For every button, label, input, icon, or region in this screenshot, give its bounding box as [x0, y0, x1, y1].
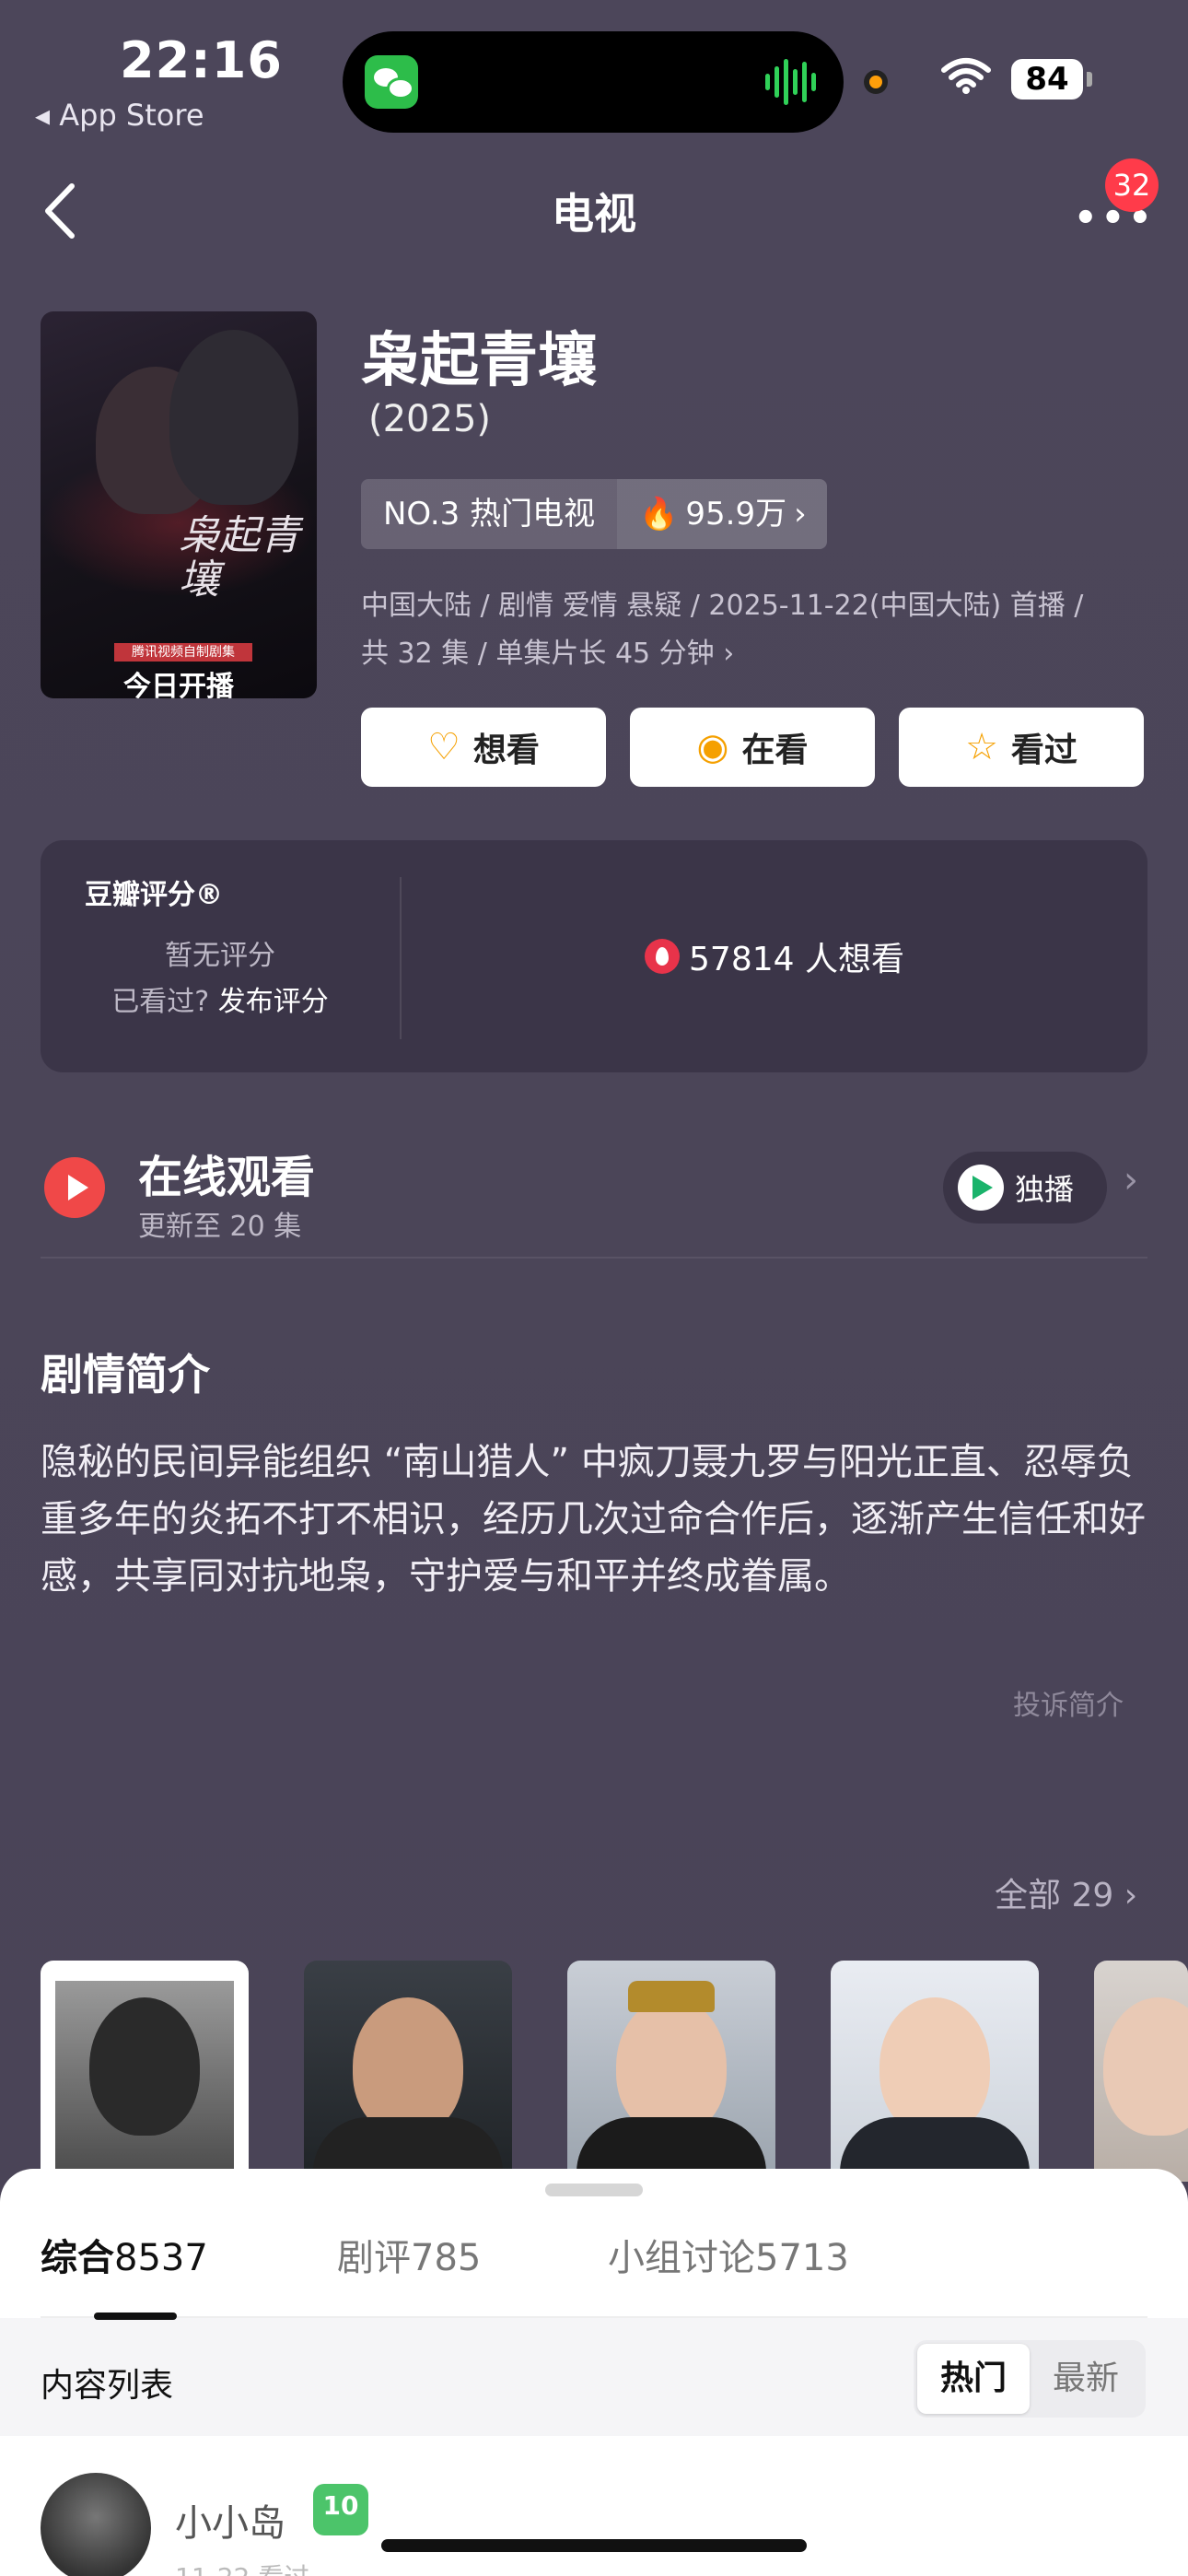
want-label: 想看: [472, 732, 540, 769]
watching-button[interactable]: ◉ 在看: [630, 708, 875, 787]
no-score-text: 暂无评分: [165, 940, 275, 972]
tab-count: 8537: [114, 2237, 208, 2279]
watching-dot-icon: ◉: [696, 726, 729, 768]
user-name[interactable]: 小小岛: [175, 2493, 285, 2547]
seen-prompt: 已看过?: [111, 986, 210, 1018]
tab-count: 785: [411, 2237, 482, 2279]
want-count-text: 57814 人想看: [689, 941, 904, 978]
meta-line-1: 中国大陆 / 剧情 爱情 悬疑 / 2025-11-22(中国大陆) 首播 /: [361, 590, 1084, 622]
cast-photo-actor[interactable]: [831, 1961, 1039, 2182]
want-count: 57814 人想看: [402, 932, 1147, 980]
online-watch-row[interactable]: 在线观看 更新至 20 集 独播 ›: [41, 1130, 1147, 1259]
tab-label: 剧评: [337, 2237, 411, 2279]
crown-icon: [628, 1981, 715, 2012]
tab-overview[interactable]: 综合8537: [41, 2228, 208, 2281]
sort-hot-button[interactable]: 热门: [917, 2344, 1030, 2414]
heart-plus-icon: ♡: [427, 726, 460, 768]
page-title: 电视: [552, 189, 636, 239]
star-icon: ☆: [965, 726, 998, 768]
sort-new-button[interactable]: 最新: [1030, 2344, 1142, 2414]
watched-label: 看过: [1010, 732, 1077, 769]
rating-card: 豆瓣评分® 暂无评分 已看过? 发布评分 57814 人想看: [41, 840, 1147, 1072]
poster-studio-label: 腾讯视频自制剧集: [114, 643, 252, 662]
cast-photo-actress-2[interactable]: [1094, 1961, 1188, 2182]
watched-button[interactable]: ☆ 看过: [899, 708, 1144, 787]
show-year: (2025): [368, 398, 492, 440]
online-subtitle: 更新至 20 集: [138, 1211, 302, 1243]
tab-label: 综合: [41, 2237, 114, 2279]
wifi-icon: [941, 58, 991, 94]
show-meta[interactable]: 中国大陆 / 剧情 爱情 悬疑 / 2025-11-22(中国大陆) 首播 / …: [361, 582, 1153, 678]
action-buttons: ♡ 想看 ◉ 在看 ☆ 看过: [361, 708, 1144, 787]
flame-icon: [645, 939, 681, 974]
back-to-app-store[interactable]: ◂ App Store: [35, 98, 204, 133]
cast-face: [353, 1997, 463, 2136]
heat-value[interactable]: 🔥 95.9万 ›: [617, 479, 827, 549]
battery-cap: [1087, 72, 1092, 87]
sort-toggle: 热门 最新: [914, 2340, 1146, 2418]
tab-label: 小组讨论: [608, 2237, 755, 2279]
cast-face: [616, 1997, 727, 2136]
notification-badge: 32: [1105, 158, 1159, 212]
heat-number: 95.9万: [685, 496, 787, 533]
home-indicator[interactable]: [381, 2539, 807, 2552]
cast-face: [89, 1997, 200, 2136]
tab-reviews[interactable]: 剧评785: [337, 2228, 481, 2281]
bottom-sheet[interactable]: 综合8537 剧评785 小组讨论5713 内容列表 热门 最新 小小岛 10 …: [0, 2169, 1188, 2576]
synopsis-heading: 剧情简介: [41, 1350, 210, 1399]
tab-group-discussion[interactable]: 小组讨论5713: [608, 2228, 849, 2281]
cast-face: [1103, 1997, 1188, 2136]
wechat-icon: [365, 55, 418, 109]
dynamic-island[interactable]: [343, 31, 844, 133]
recording-dot-icon: [864, 70, 888, 94]
rate-prompt: 已看过? 发布评分: [41, 978, 400, 1019]
fire-icon: 🔥: [639, 496, 679, 533]
tab-count: 5713: [755, 2237, 849, 2279]
cast-photo-director[interactable]: [41, 1961, 249, 2182]
rank-label: NO.3 热门电视: [361, 479, 618, 549]
rank-badge[interactable]: NO.3 热门电视 🔥 95.9万 ›: [361, 479, 827, 549]
platform-pill[interactable]: 独播: [943, 1152, 1107, 1224]
exclusive-label: 独播: [1015, 1172, 1075, 1207]
douban-rating-label: 豆瓣评分®: [85, 879, 223, 911]
watching-label: 在看: [741, 732, 809, 769]
show-title: 枭起青壤: [361, 327, 597, 395]
want-to-watch-button[interactable]: ♡ 想看: [361, 708, 606, 787]
poster-figure-man: [169, 330, 298, 505]
chevron-right-icon: ›: [794, 496, 807, 533]
play-icon: [44, 1157, 105, 1218]
chevron-right-icon: ›: [1124, 1159, 1138, 1201]
online-title: 在线观看: [138, 1152, 316, 1203]
cast-face: [879, 1997, 990, 2136]
publish-rating-link[interactable]: 发布评分: [218, 986, 329, 1018]
complain-link[interactable]: 投诉简介: [1013, 1682, 1124, 1723]
voice-wave-icon: [765, 59, 816, 105]
sheet-grabber[interactable]: [545, 2184, 643, 2196]
active-tab-indicator: [94, 2313, 177, 2320]
meta-line-2: 共 32 集 / 单集片长 45 分钟 ›: [361, 638, 735, 670]
poster-premiere: 今日开播: [123, 671, 234, 698]
avatar[interactable]: [41, 2473, 151, 2576]
content-list-bar: 内容列表 热门 最新: [0, 2318, 1188, 2436]
all-cast-link[interactable]: 全部 29 ›: [995, 1868, 1137, 1916]
cast-photo-writer[interactable]: [304, 1961, 512, 2182]
post-date: 11-22 看过: [175, 2558, 309, 2576]
synopsis-text: 隐秘的民间异能组织 “南山猎人” 中疯刀聂九罗与阳光正直、忍辱负重多年的炎拓不打…: [41, 1441, 1146, 1598]
level-badge: 10: [313, 2484, 368, 2535]
content-tabs: 综合8537 剧评785 小组讨论5713: [0, 2228, 1188, 2318]
cast-photo-actress[interactable]: [567, 1961, 775, 2182]
tencent-video-icon: [958, 1165, 1004, 1211]
poster-image[interactable]: 枭起青壤 腾讯视频自制剧集 今日开播: [41, 311, 317, 698]
poster-calligraphy: 枭起青壤: [179, 512, 300, 603]
status-time: 22:16: [120, 31, 283, 89]
content-list-label: 内容列表: [41, 2367, 174, 2405]
battery-icon: 84: [1011, 59, 1083, 100]
